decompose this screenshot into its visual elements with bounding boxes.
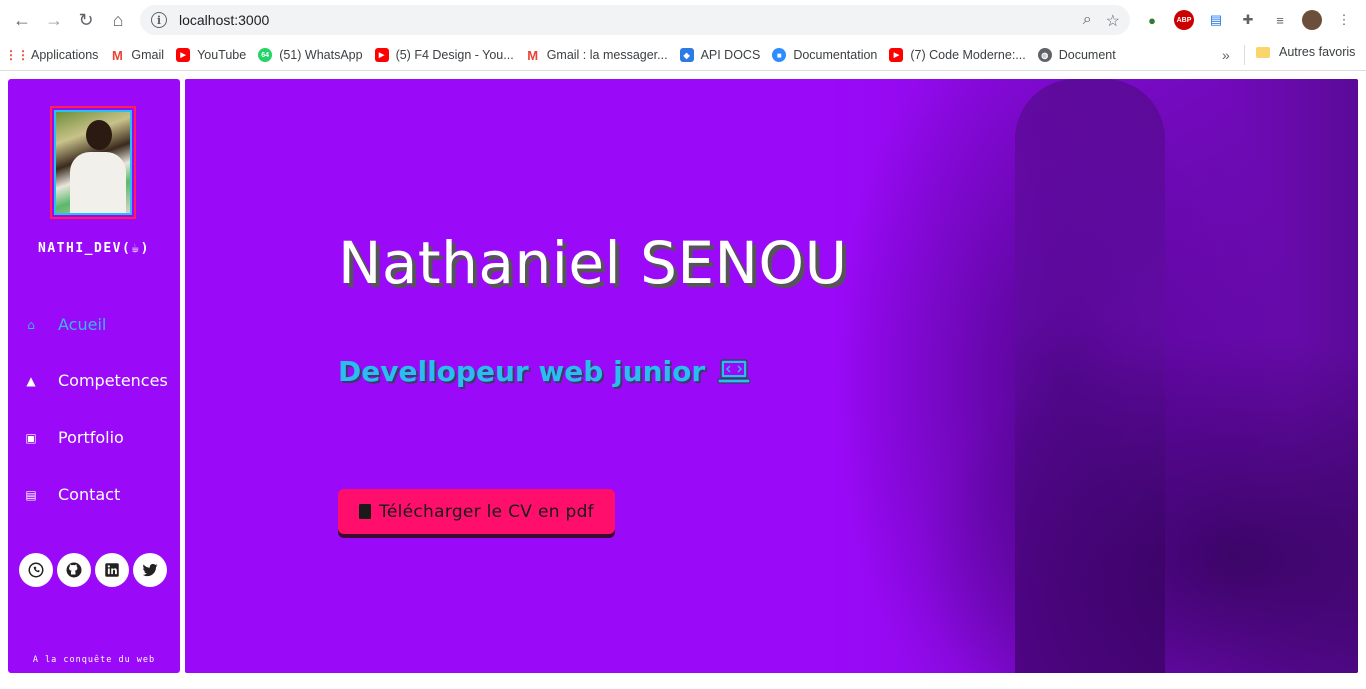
bookmark-youtube[interactable]: ▶ YouTube — [176, 48, 246, 62]
bookmark-f4-design[interactable]: ▶ (5) F4 Design - You... — [374, 48, 514, 62]
whatsapp-icon — [28, 562, 44, 578]
menu-item-label: Portfolio — [58, 428, 124, 447]
bookmark-label: Gmail — [131, 48, 165, 62]
bookmark-whatsapp[interactable]: 64 (51) WhatsApp — [258, 48, 363, 62]
whatsapp-icon: 64 — [258, 48, 273, 62]
menu-kebab-icon[interactable]: ⋮ — [1334, 10, 1354, 30]
profile-photo — [54, 110, 132, 215]
bookmark-label: (5) F4 Design - You... — [395, 48, 514, 62]
home-icon: ⌂ — [27, 317, 35, 332]
extensions-puzzle-icon[interactable]: ✚ — [1238, 10, 1258, 30]
forward-icon[interactable]: → — [42, 8, 66, 32]
url-text[interactable]: localhost:3000 — [179, 12, 269, 28]
gmail-icon: M — [111, 47, 123, 63]
menu-item-acueil[interactable]: ⌂ Acueil — [24, 315, 106, 334]
download-cv-label: Télécharger le CV en pdf — [379, 501, 594, 522]
bookmark-label: Applications — [31, 48, 99, 62]
youtube-icon: ▶ — [374, 48, 389, 62]
whatsapp-link[interactable] — [19, 553, 53, 587]
twitter-link[interactable] — [133, 553, 167, 587]
back-icon[interactable]: ← — [10, 8, 34, 32]
bookmark-gmail-messagerie[interactable]: M Gmail : la messager... — [526, 47, 668, 63]
bookmark-label: API DOCS — [700, 48, 761, 62]
bookmark-api-docs[interactable]: ◆ API DOCS — [679, 48, 761, 62]
zoom-icon[interactable]: ⌕ — [1083, 11, 1092, 31]
bookmark-label: (51) WhatsApp — [279, 48, 363, 62]
menu-item-label: Acueil — [58, 315, 107, 334]
media-control-icon[interactable]: ≡ — [1270, 10, 1290, 30]
other-bookmarks[interactable]: Autres favoris — [1256, 45, 1355, 59]
bookmark-label: Gmail : la messager... — [546, 48, 668, 62]
menu-item-portfolio[interactable]: ▣ Portfolio — [24, 428, 124, 447]
more-bookmarks-icon[interactable]: » — [1222, 47, 1230, 63]
hero-subtitle-text: Devellopeur web junior — [338, 355, 706, 388]
api-docs-icon: ◆ — [679, 48, 694, 62]
menu-item-label: Competences — [58, 371, 168, 390]
avatar — [50, 106, 136, 219]
youtube-icon: ▶ — [889, 48, 904, 62]
download-cv-button[interactable]: Télécharger le CV en pdf — [338, 489, 615, 534]
other-bookmarks-label: Autres favoris — [1279, 45, 1356, 59]
photo-face — [86, 120, 112, 150]
sidebar: NATHI_DEV(☕) ⌂ Acueil ▲ Competences ▣ Po… — [8, 79, 180, 673]
site-info-icon[interactable]: i — [151, 12, 167, 28]
bookmark-star-icon[interactable]: ☆ — [1106, 11, 1120, 31]
bookmark-document[interactable]: ◍ Document — [1037, 48, 1116, 62]
brand-name: NATHI_DEV(☕) — [38, 241, 150, 256]
gmail-icon: M — [527, 47, 539, 63]
github-link[interactable] — [57, 553, 91, 587]
social-links — [19, 553, 167, 587]
photo-body — [70, 152, 126, 213]
bookmark-label: Document — [1058, 48, 1116, 62]
twitter-icon — [142, 563, 158, 577]
address-book-icon: ▤ — [25, 487, 37, 502]
github-icon — [66, 562, 82, 578]
bookmarks-divider — [1244, 45, 1245, 65]
bookmark-code-moderne[interactable]: ▶ (7) Code Moderne:... — [889, 48, 1026, 62]
sidebar-tagline: A la conquête du web — [32, 655, 156, 665]
bookmark-documentation[interactable]: ■ Documentation — [772, 48, 877, 62]
menu-item-competences[interactable]: ▲ Competences — [24, 371, 168, 390]
file-pdf-icon — [359, 504, 372, 519]
bookmark-applications[interactable]: ⋮⋮ Applications — [5, 48, 99, 62]
bookmarks-bar: ⋮⋮ Applications M Gmail ▶ YouTube 64 (51… — [0, 40, 1366, 71]
images-icon: ▣ — [25, 430, 37, 445]
zoom-icon: ■ — [772, 48, 787, 62]
browser-toolbar: ← → ↻ ⌂ i localhost:3000 ⌕ ☆ ● ABP ▤ ✚ ≡… — [0, 0, 1366, 40]
profile-avatar[interactable] — [1302, 10, 1322, 30]
reload-icon[interactable]: ↻ — [74, 8, 98, 32]
linkedin-icon — [105, 563, 119, 577]
page: NATHI_DEV(☕) ⌂ Acueil ▲ Competences ▣ Po… — [0, 71, 1366, 689]
linkedin-link[interactable] — [95, 553, 129, 587]
adblock-icon[interactable]: ABP — [1174, 10, 1194, 30]
menu-item-contact[interactable]: ▤ Contact — [24, 485, 120, 504]
extension-filter-icon[interactable]: ▤ — [1206, 10, 1226, 30]
laptop-icon — [717, 357, 751, 387]
bookmark-label: (7) Code Moderne:... — [910, 48, 1026, 62]
menu-item-label: Contact — [58, 485, 121, 504]
bookmark-label: Documentation — [793, 48, 878, 62]
hero-subtitle: Devellopeur web junior — [338, 355, 751, 388]
bookmark-gmail[interactable]: M Gmail — [110, 47, 165, 63]
mountain-icon: ▲ — [26, 373, 36, 388]
address-bar[interactable]: i localhost:3000 ⌕ ☆ — [140, 5, 1130, 35]
hero-photo-silhouette — [1015, 79, 1165, 673]
youtube-icon: ▶ — [176, 48, 191, 62]
bookmark-label: YouTube — [197, 48, 247, 62]
home-button-icon[interactable]: ⌂ — [106, 8, 130, 32]
folder-icon — [1256, 46, 1270, 58]
apps-grid-icon: ⋮⋮ — [5, 48, 29, 62]
hero-title: Nathaniel SENOU — [338, 229, 848, 297]
hero-section: Nathaniel SENOU Devellopeur web junior T… — [185, 79, 1358, 673]
extension-globe-icon[interactable]: ● — [1142, 10, 1162, 30]
globe-icon: ◍ — [1037, 48, 1052, 62]
